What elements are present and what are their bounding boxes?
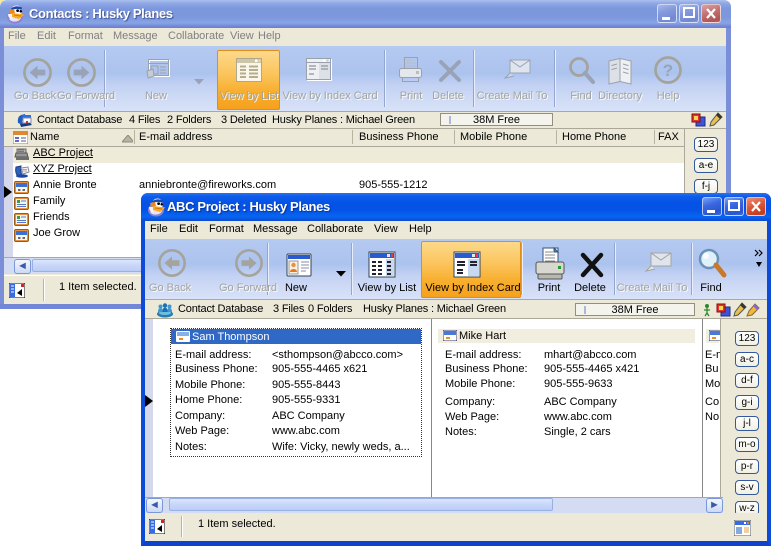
svg-text:?: ? [663, 61, 673, 80]
